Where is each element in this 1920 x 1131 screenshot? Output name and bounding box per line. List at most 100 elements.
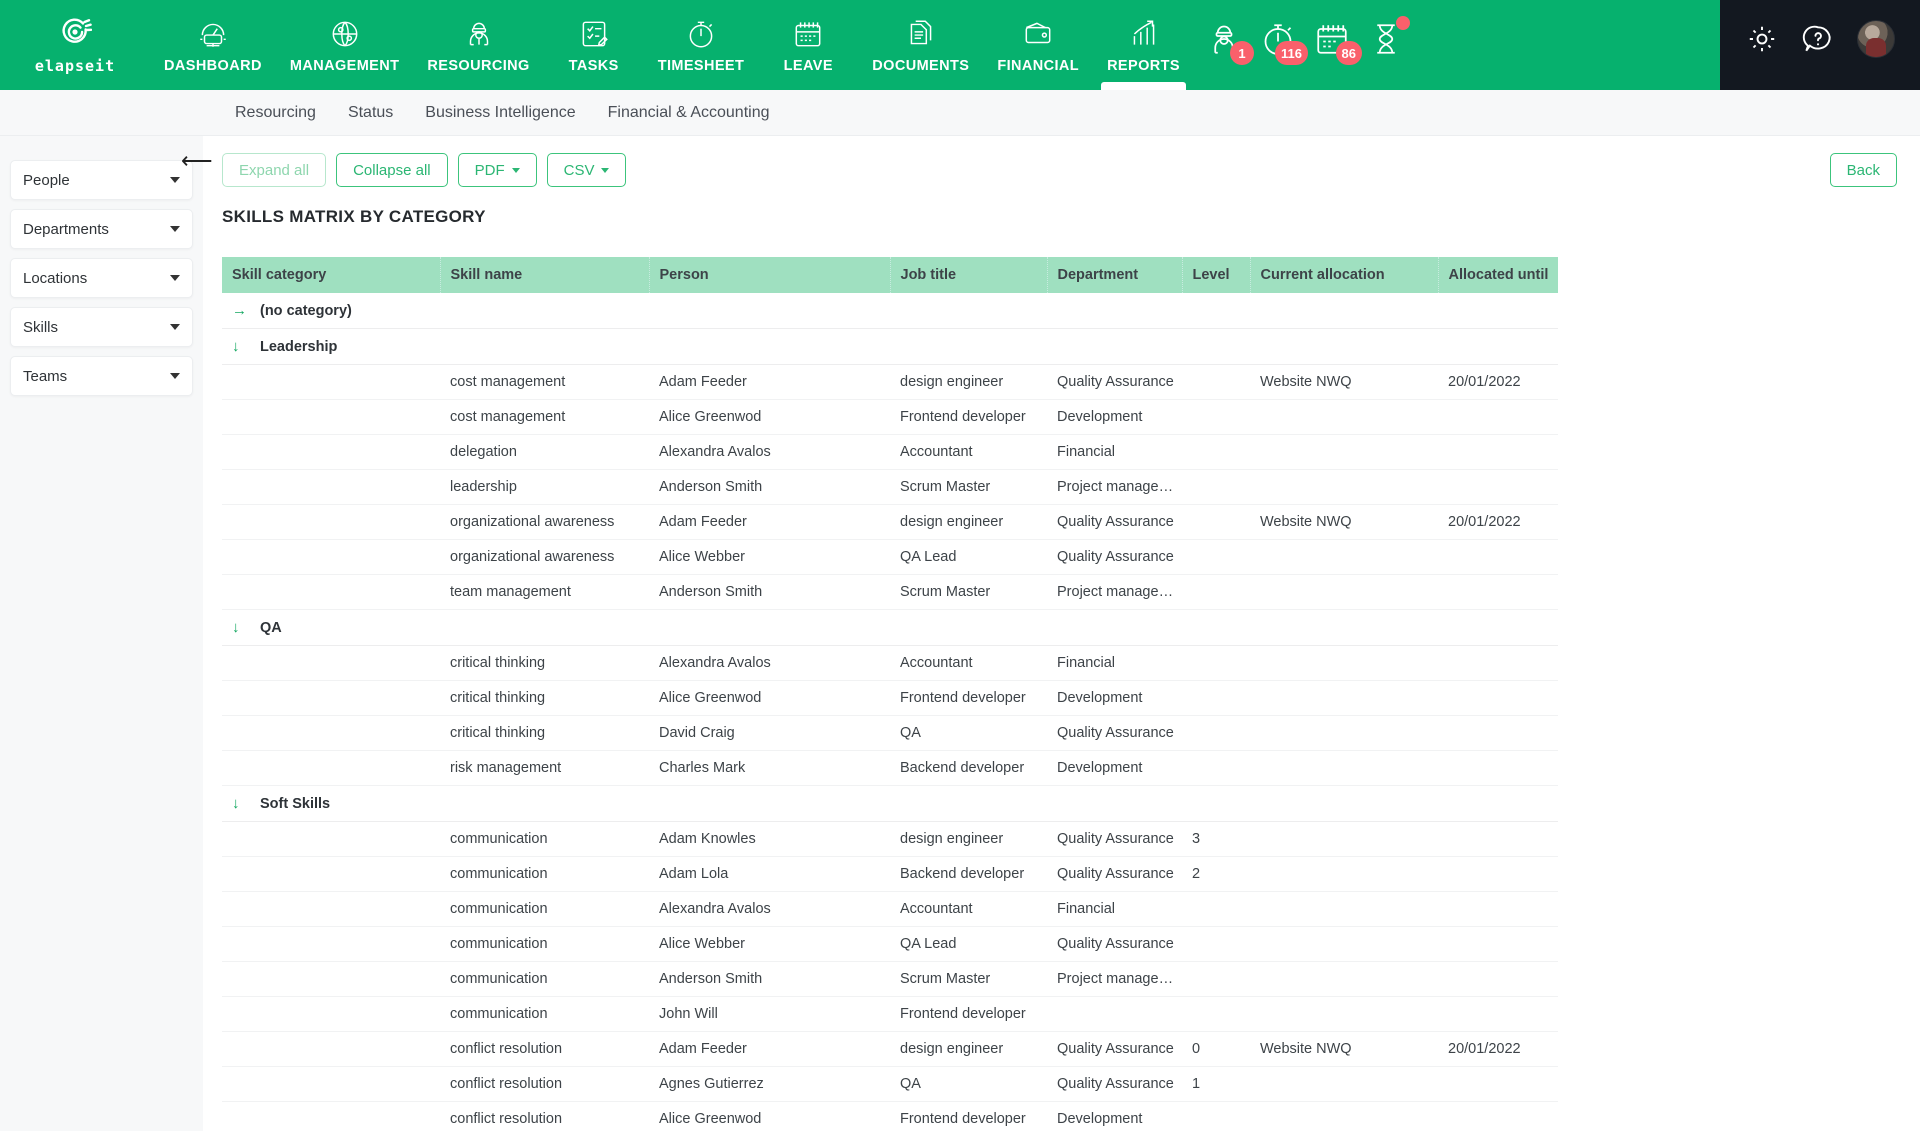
nav-item-reports[interactable]: REPORTS <box>1093 0 1194 90</box>
cell-department: Financial <box>1047 645 1182 681</box>
column-header-job-title[interactable]: Job title <box>890 257 1048 293</box>
filter-skills[interactable]: Skills <box>10 307 193 347</box>
table-row[interactable]: delegation Alexandra Avalos Accountant Fina… <box>222 434 1558 470</box>
avatar[interactable] <box>1857 20 1895 58</box>
nav-item-resourcing[interactable]: RESOURCING <box>413 0 543 90</box>
table-row[interactable]: risk management Charles Mark Backend devel… <box>222 750 1558 786</box>
column-header-skill-name[interactable]: Skill name <box>440 257 650 293</box>
cell-allocated-until <box>1438 1101 1558 1131</box>
column-header-level[interactable]: Level <box>1182 257 1251 293</box>
table-row[interactable]: communication Anderson Smith Scrum Master P… <box>222 961 1558 997</box>
nav-item-financial[interactable]: FINANCIAL <box>983 0 1093 90</box>
group-row[interactable]: → (no category) <box>222 293 1558 329</box>
arrow-down-icon[interactable]: ↓ <box>232 338 252 355</box>
pdf-export-button[interactable]: PDF <box>457 153 537 187</box>
filter-people[interactable]: People <box>10 160 193 200</box>
hourglass-alert-icon[interactable] <box>1366 16 1410 59</box>
table-row[interactable]: organizational awareness Adam Feeder desig… <box>222 504 1558 540</box>
table-row[interactable]: critical thinking David Craig QA Quality As… <box>222 715 1558 751</box>
subnav-item-business-intelligence[interactable]: Business Intelligence <box>409 104 591 122</box>
column-header-department[interactable]: Department <box>1047 257 1183 293</box>
column-header-person[interactable]: Person <box>649 257 891 293</box>
table-row[interactable]: communication Alice Webber QA Lead Quality … <box>222 926 1558 962</box>
subnav-item-resourcing[interactable]: Resourcing <box>219 104 332 122</box>
calendar-icon <box>791 17 825 51</box>
cell-allocated-until <box>1438 645 1558 681</box>
cell-department: Quality Assurance <box>1047 539 1182 575</box>
column-header-allocated-until[interactable]: Allocated until <box>1438 257 1558 293</box>
stopwatch-alert-icon[interactable]: 116 <box>1258 19 1308 65</box>
table-row[interactable]: communication John Will Frontend developer <box>222 996 1558 1032</box>
arrow-right-icon[interactable]: → <box>232 302 252 319</box>
cell-skill-name: leadership <box>440 469 649 505</box>
subnav-item-status[interactable]: Status <box>332 104 409 122</box>
group-name: Leadership <box>260 339 338 355</box>
chevron-down-icon <box>170 275 180 281</box>
arrow-left-icon[interactable]: ⟵ <box>181 150 213 172</box>
arrow-down-icon[interactable]: ↓ <box>232 795 252 812</box>
table-row[interactable]: cost management Adam Feeder design enginee… <box>222 364 1558 400</box>
gear-icon[interactable] <box>1745 22 1779 56</box>
column-header-skill-category[interactable]: Skill category <box>222 257 441 293</box>
expand-all-button[interactable]: Expand all <box>222 153 327 187</box>
group-row[interactable]: ↓ QA <box>222 609 1558 646</box>
cell-job-title: design engineer <box>890 364 1047 400</box>
alert-icons-group: 1 116 86 <box>1194 0 1424 90</box>
table-row[interactable]: organizational awareness Alice Webber QA L… <box>222 539 1558 575</box>
nav-item-timesheet[interactable]: TIMESHEET <box>644 0 759 90</box>
table-row[interactable]: cost management Alice Greenwod Frontend de… <box>222 399 1558 435</box>
table-row[interactable]: communication Adam Knowles design engineer… <box>222 821 1558 857</box>
cell-current-allocation <box>1250 821 1438 857</box>
stopwatch-icon <box>684 17 718 51</box>
subnav-item-financial-accounting[interactable]: Financial & Accounting <box>592 104 786 122</box>
csv-export-button[interactable]: CSV <box>546 153 627 187</box>
table-row[interactable]: conflict resolution Agnes Gutierrez QA Qual… <box>222 1066 1558 1102</box>
group-row[interactable]: ↓ Leadership <box>222 328 1558 365</box>
cell-level <box>1182 434 1250 470</box>
cell-allocated-until <box>1438 434 1558 470</box>
pdf-label: PDF <box>474 161 505 179</box>
csv-label: CSV <box>563 161 595 179</box>
cell-skill-category <box>222 1066 440 1102</box>
table-row[interactable]: conflict resolution Adam Feeder design eng… <box>222 1031 1558 1067</box>
nav-item-dashboard[interactable]: DASHBOARD <box>150 0 276 90</box>
cell-current-allocation <box>1250 434 1438 470</box>
help-question-icon[interactable] <box>1801 22 1835 56</box>
table-row[interactable]: conflict resolution Alice Greenwod Fronten… <box>222 1101 1558 1131</box>
nav-label: TIMESHEET <box>657 57 745 74</box>
filter-locations[interactable]: Locations <box>10 258 193 298</box>
cell-current-allocation <box>1250 539 1438 575</box>
brand-logo[interactable]: elapseit <box>0 0 150 90</box>
nav-item-tasks[interactable]: TASKS <box>544 0 644 90</box>
calendar-alert-icon[interactable]: 86 <box>1312 19 1362 65</box>
cell-person: Adam Feeder <box>649 504 890 540</box>
table-row[interactable]: communication Adam Lola Backend developer Q… <box>222 856 1558 892</box>
worker-alert-icon[interactable]: 1 <box>1204 19 1254 65</box>
cell-level <box>1182 645 1250 681</box>
cell-person: Agnes Gutierrez <box>649 1066 890 1102</box>
nav-label: DASHBOARD <box>164 57 262 74</box>
table-row[interactable]: critical thinking Alexandra Avalos Account… <box>222 645 1558 681</box>
table-row[interactable]: leadership Anderson Smith Scrum Master Proj… <box>222 469 1558 505</box>
nav-item-documents[interactable]: DOCUMENTS <box>858 0 983 90</box>
back-button[interactable]: Back <box>1829 153 1897 187</box>
table-row[interactable]: team management Anderson Smith Scrum Maste… <box>222 574 1558 610</box>
arrow-down-icon[interactable]: ↓ <box>232 619 252 636</box>
nav-item-leave[interactable]: LEAVE <box>758 0 858 90</box>
filter-teams[interactable]: Teams <box>10 356 193 396</box>
cell-job-title: Frontend developer <box>890 1101 1047 1131</box>
group-row-label-cell: ↓ Soft Skills <box>222 785 1558 822</box>
top-navigation-bar: elapseit DASHBOARD MANAGEMENT RESOURCING… <box>0 0 1920 90</box>
filters-sidebar: People Departments Locations Skills Team… <box>0 136 203 1131</box>
badge-count: 86 <box>1335 41 1362 65</box>
filter-departments[interactable]: Departments <box>10 209 193 249</box>
group-row[interactable]: ↓ Soft Skills <box>222 785 1558 822</box>
table-row[interactable]: critical thinking Alice Greenwod Frontend … <box>222 680 1558 716</box>
table-row[interactable]: communication Alexandra Avalos Accountant F… <box>222 891 1558 927</box>
cell-skill-category <box>222 750 440 786</box>
nav-item-management[interactable]: MANAGEMENT <box>276 0 414 90</box>
skills-matrix-table-wrap: Skill category Skill name Person Job tit… <box>203 227 1902 1131</box>
nav-label: FINANCIAL <box>997 57 1080 74</box>
column-header-current-allocation[interactable]: Current allocation <box>1250 257 1439 293</box>
collapse-all-button[interactable]: Collapse all <box>336 153 448 187</box>
